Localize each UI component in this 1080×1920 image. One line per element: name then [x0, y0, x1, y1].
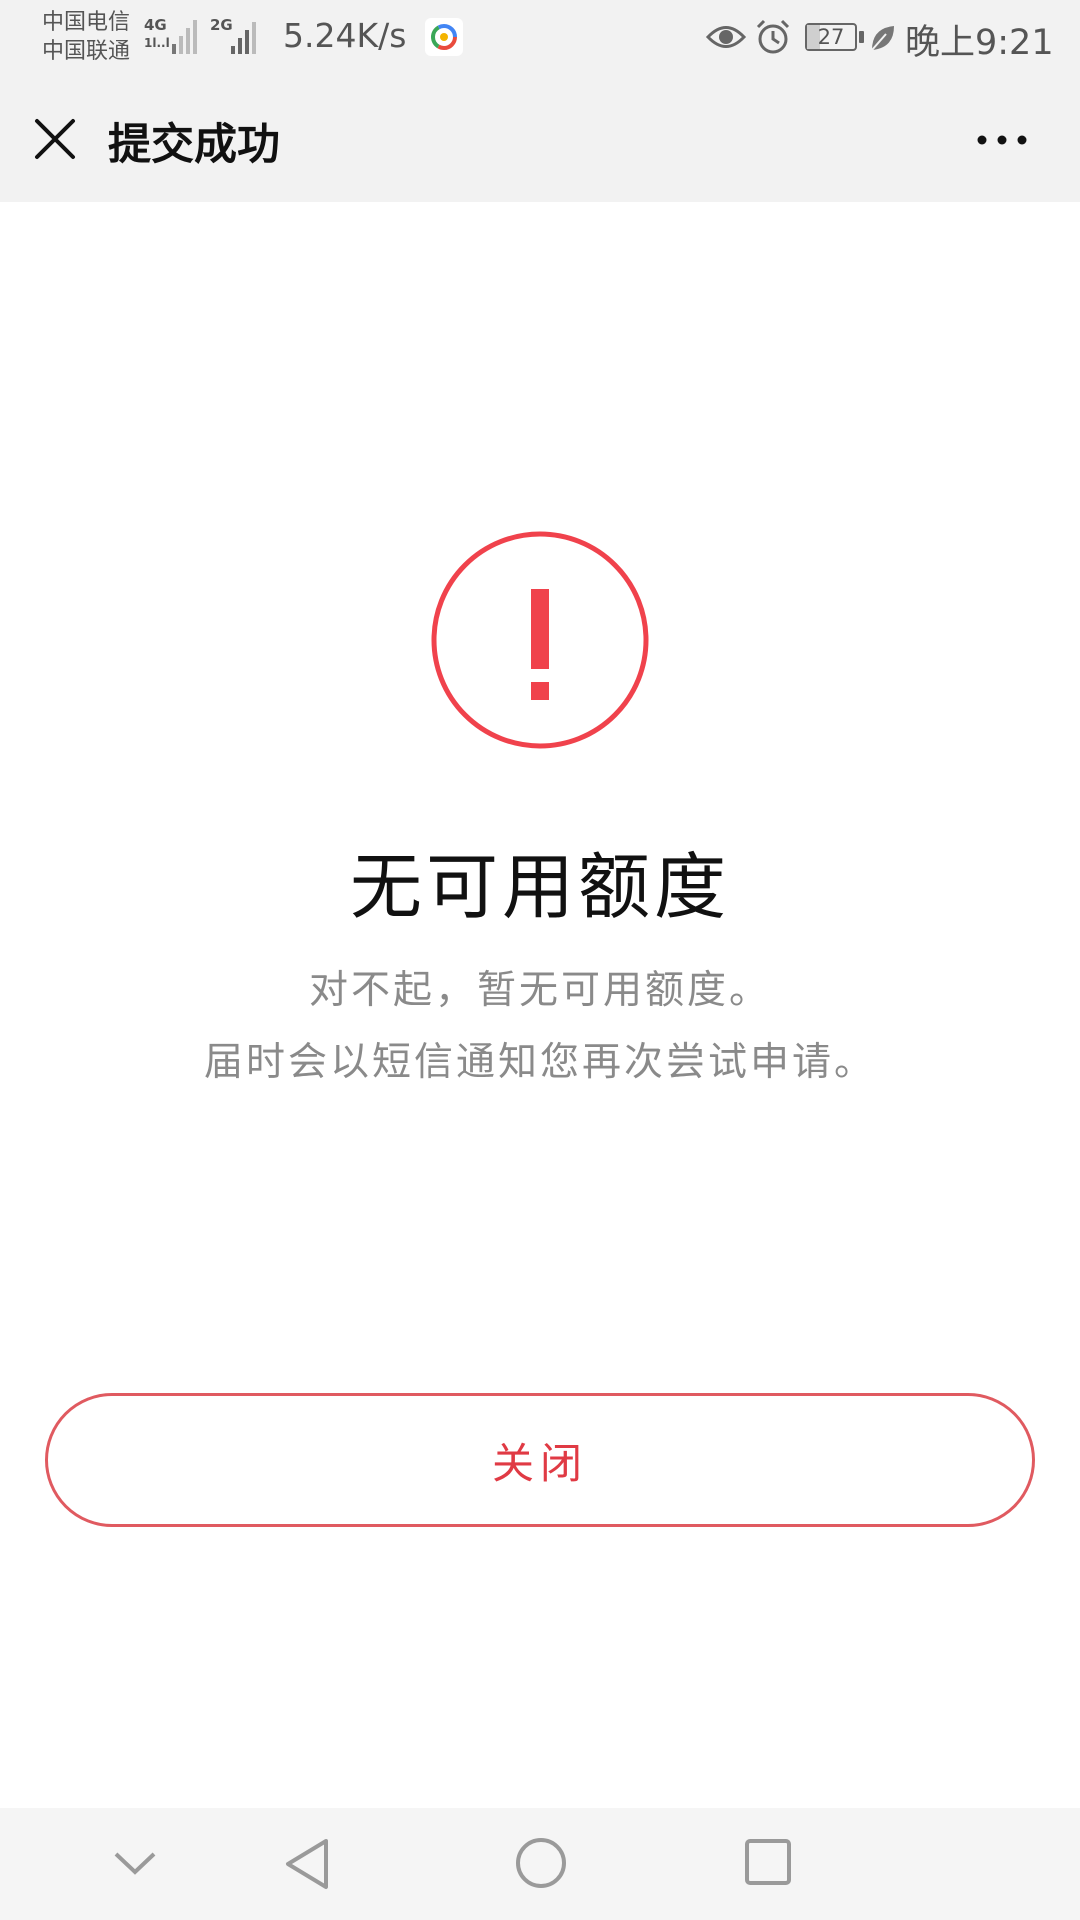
more-icon[interactable]	[972, 120, 1032, 160]
result-desc-line-1: 对不起，暂无可用额度。	[308, 968, 771, 1013]
recent-apps-icon[interactable]	[744, 1838, 792, 1886]
leaf-icon	[871, 26, 894, 51]
close-icon[interactable]	[30, 114, 80, 164]
nav-bar: 提交成功	[0, 80, 1080, 202]
signal-2: 2G	[210, 16, 266, 56]
alert-icon	[431, 531, 649, 749]
result-title: 无可用额度	[349, 845, 730, 929]
eye-icon	[706, 26, 746, 48]
result-desc-line-2: 届时会以短信通知您再次尝试申请。	[203, 1040, 876, 1085]
result-description: 对不起，暂无可用额度。 届时会以短信通知您再次尝试申请。	[0, 955, 1080, 1099]
alarm-icon	[756, 19, 790, 54]
app-notification-icon	[425, 18, 463, 56]
carrier-1: 中国电信	[42, 10, 131, 35]
battery-indicator: 27	[805, 23, 857, 51]
clock: 晚上9:21	[905, 23, 1054, 63]
system-nav-bar	[0, 1808, 1080, 1920]
status-bar: 中国电信 中国联通 4G 1l..l 2G 5.24K/s 27 晚上9:21	[0, 0, 1080, 80]
battery-level: 27	[817, 25, 845, 49]
battery-nub	[859, 31, 864, 43]
back-icon[interactable]	[282, 1836, 332, 1892]
screen: 中国电信 中国联通 4G 1l..l 2G 5.24K/s 27 晚上9:21 …	[0, 0, 1080, 1920]
carrier-2: 中国联通	[42, 39, 131, 64]
collapse-icon[interactable]	[110, 1846, 160, 1882]
home-icon[interactable]	[514, 1836, 568, 1890]
signal-bars-icon	[231, 22, 256, 54]
close-button[interactable]: 关闭	[45, 1393, 1035, 1527]
carrier-info: 中国电信 中国联通	[42, 8, 142, 66]
page-title: 提交成功	[108, 120, 280, 170]
net-speed: 5.24K/s	[283, 16, 407, 55]
signal-1: 4G 1l..l	[144, 16, 200, 56]
signal-bars-icon	[172, 20, 197, 54]
